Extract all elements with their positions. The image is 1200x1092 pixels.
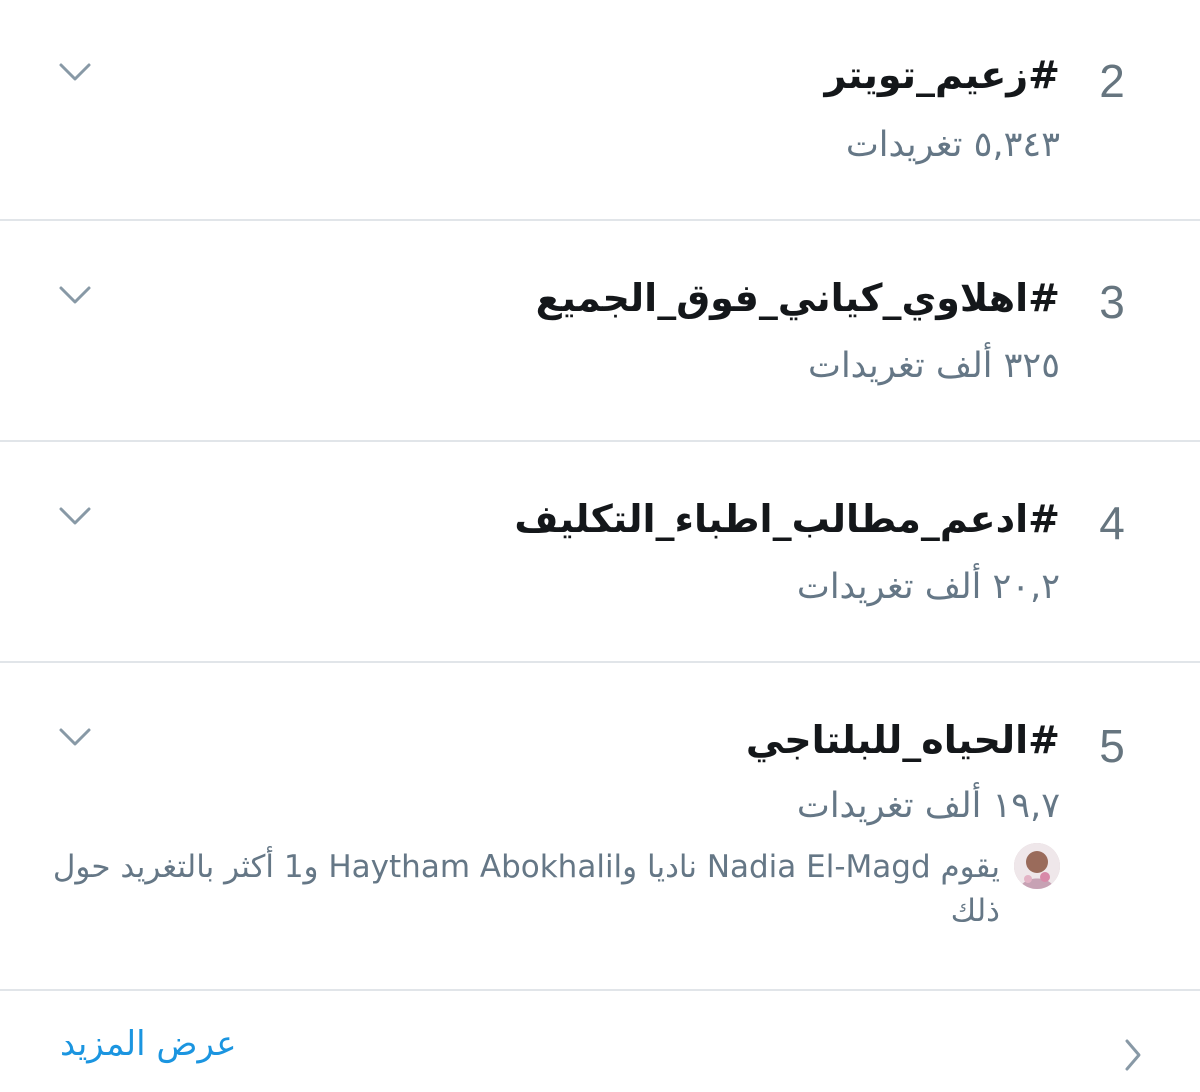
show-more-link[interactable]: عرض المزيد [60, 1027, 237, 1061]
trend-rank: 4 [1099, 497, 1125, 549]
trend-item[interactable]: 4 #ادعم_مطالب_اطباء_التكليف ٢٠,٢ ألف تغر… [0, 442, 1200, 662]
trend-hashtag[interactable]: #اهلاوي_كياني_فوق_الجميع [536, 279, 1060, 317]
trend-tweet-count: ٣٢٥ ألف تغريدات [808, 346, 1060, 386]
chevron-right-icon[interactable] [1122, 1037, 1144, 1073]
trend-item[interactable]: 2 #زعيم_تويتر ٥,٣٤٣ تغريدات [0, 0, 1200, 220]
chevron-down-icon[interactable] [58, 283, 92, 307]
trend-rank: 3 [1099, 276, 1125, 328]
trend-rank: 5 [1099, 720, 1125, 772]
trend-item[interactable]: 5 #الحياه_للبلتاجي ١٩,٧ ألف تغريدات يقوم… [0, 663, 1200, 989]
chevron-down-icon[interactable] [58, 504, 92, 528]
trend-tweet-count: ١٩,٧ ألف تغريدات [796, 786, 1060, 826]
trend-hashtag[interactable]: #الحياه_للبلتاجي [746, 721, 1060, 759]
chevron-down-icon[interactable] [58, 60, 92, 84]
trend-rank: 2 [1099, 55, 1125, 107]
trend-tweet-count: ٥,٣٤٣ تغريدات [845, 125, 1060, 165]
trend-hashtag[interactable]: #ادعم_مطالب_اطباء_التكليف [514, 500, 1060, 538]
show-more-row[interactable]: عرض المزيد [0, 991, 1200, 1092]
chevron-down-icon[interactable] [58, 725, 92, 749]
social-context-text: يقوم Nadia El-Magd ناديا وHaytham Abokha… [52, 849, 1000, 929]
trend-hashtag[interactable]: #زعيم_تويتر [825, 56, 1061, 94]
user-avatar[interactable] [1014, 843, 1060, 889]
trend-tweet-count: ٢٠,٢ ألف تغريدات [796, 567, 1060, 607]
trend-item[interactable]: 3 #اهلاوي_كياني_فوق_الجميع ٣٢٥ ألف تغريد… [0, 221, 1200, 441]
